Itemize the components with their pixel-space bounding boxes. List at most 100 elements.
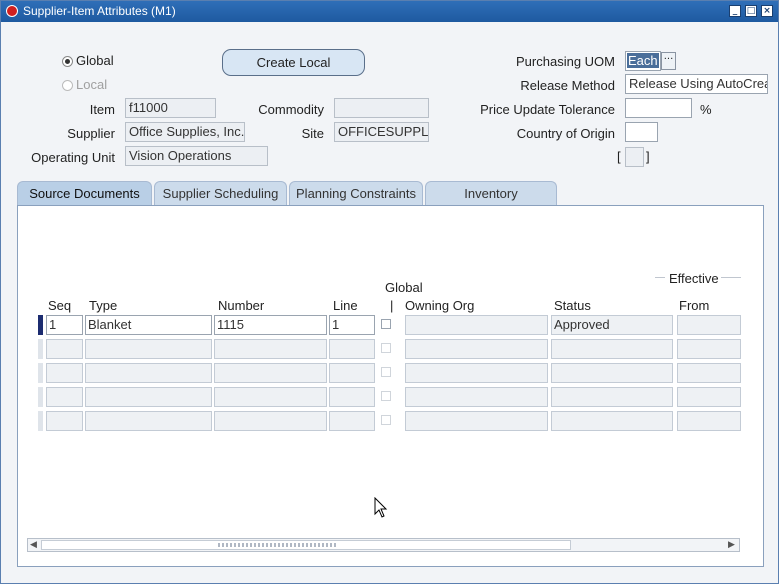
effective-from-cell[interactable] [677,363,741,383]
source-documents-panel [17,205,764,567]
owning-org-cell[interactable] [405,363,548,383]
row-indicator[interactable] [38,339,43,359]
tab-supplier-scheduling[interactable]: Supplier Scheduling [154,181,287,205]
maximize-icon[interactable]: □ [745,5,757,17]
window-title: Supplier-Item Attributes (M1) [23,4,176,18]
line-cell[interactable]: 1 [329,315,375,335]
country-of-origin-field[interactable] [625,122,658,142]
local-radio-label: Local [76,77,108,92]
effective-from-cell[interactable] [677,387,741,407]
create-local-button[interactable]: Create Local [222,49,365,76]
owning-org-cell[interactable] [405,387,548,407]
purchasing-uom-value: Each [627,53,659,68]
line-cell[interactable] [329,363,375,383]
local-radio[interactable] [62,80,73,91]
effective-from-cell[interactable] [677,411,741,431]
status-cell[interactable] [551,411,673,431]
price-update-tolerance-label: Price Update Tolerance [480,102,615,117]
title-bar[interactable]: Supplier-Item Attributes (M1) _ □ × [1,1,778,22]
owning-org-cell[interactable] [405,411,548,431]
global-radio-label: Global [76,53,114,68]
close-icon[interactable]: × [761,5,773,17]
oracle-app-icon [6,5,18,17]
release-method-field[interactable]: Release Using AutoCrea [625,74,768,94]
seq-cell[interactable]: 1 [46,315,83,335]
seq-cell[interactable] [46,411,83,431]
dff-open-bracket: [ [617,149,621,164]
status-cell[interactable] [551,363,673,383]
owning-org-cell[interactable] [405,315,548,335]
column-header-effective: Effective [669,271,719,286]
seq-cell[interactable] [46,387,83,407]
effective-from-cell[interactable] [677,315,741,335]
minimize-icon[interactable]: _ [729,5,741,17]
column-header-global: Global [385,280,423,295]
row-indicator[interactable] [38,387,43,407]
release-method-label: Release Method [520,78,615,93]
tab-inventory[interactable]: Inventory [425,181,557,205]
type-cell[interactable] [85,363,212,383]
current-row-indicator[interactable] [38,315,43,335]
operating-unit-field[interactable]: Vision Operations [125,146,268,166]
tab-source-documents[interactable]: Source Documents [17,181,152,206]
tab-planning-constraints[interactable]: Planning Constraints [289,181,423,205]
number-cell[interactable] [214,363,327,383]
price-update-tolerance-field[interactable] [625,98,692,118]
global-checkbox[interactable] [381,343,391,353]
operating-unit-label: Operating Unit [31,150,115,165]
scroll-right-icon[interactable]: ▶ [728,540,735,550]
horizontal-scrollbar[interactable]: ◀ ▶ [27,538,740,552]
effective-from-cell[interactable] [677,339,741,359]
seq-cell[interactable] [46,339,83,359]
status-cell[interactable]: Approved [551,315,673,335]
row-indicator[interactable] [38,363,43,383]
column-header-number: Number [218,298,265,313]
seq-cell[interactable] [46,363,83,383]
list-of-values-icon[interactable]: ··· [661,52,676,70]
commodity-label: Commodity [258,102,324,117]
column-header-line: Line [333,298,358,313]
global-checkbox[interactable] [381,415,391,425]
global-checkbox[interactable] [381,391,391,401]
column-header-type: Type [89,298,118,313]
purchasing-uom-field[interactable]: Each [625,51,661,71]
number-cell[interactable] [214,411,327,431]
number-cell[interactable]: 1115 [214,315,327,335]
column-header-global-sub: | [390,298,394,313]
purchasing-uom-label: Purchasing UOM [516,54,615,69]
global-checkbox[interactable] [381,367,391,377]
type-cell[interactable] [85,339,212,359]
line-cell[interactable] [329,339,375,359]
type-cell[interactable] [85,411,212,431]
effective-group-line-left [655,277,665,278]
item-field[interactable]: f11000 [125,98,216,118]
mouse-cursor-icon [374,497,388,518]
supplier-field[interactable]: Office Supplies, Inc. [125,122,245,142]
site-field[interactable]: OFFICESUPPL [334,122,429,142]
site-label: Site [301,126,324,141]
type-cell[interactable]: Blanket [85,315,212,335]
scroll-left-icon[interactable]: ◀ [30,540,37,550]
line-cell[interactable] [329,387,375,407]
number-cell[interactable] [214,339,327,359]
owning-org-cell[interactable] [405,339,548,359]
row-indicator[interactable] [38,411,43,431]
global-radio[interactable] [62,56,73,67]
scroll-grip-icon [218,543,338,547]
commodity-field[interactable] [334,98,429,118]
status-cell[interactable] [551,387,673,407]
column-header-status: Status [554,298,591,313]
global-checkbox[interactable] [381,319,391,329]
dff-close-bracket: ] [646,149,650,164]
line-cell[interactable] [329,411,375,431]
supplier-item-attributes-window: Supplier-Item Attributes (M1) _ □ × Glob… [0,0,779,584]
effective-group-line-right [721,277,741,278]
status-cell[interactable] [551,339,673,359]
item-label: Item [89,102,115,117]
number-cell[interactable] [214,387,327,407]
descriptive-flexfield[interactable] [625,147,644,167]
percent-symbol: % [700,102,712,117]
column-header-from: From [679,298,710,313]
country-of-origin-label: Country of Origin [516,126,615,141]
type-cell[interactable] [85,387,212,407]
